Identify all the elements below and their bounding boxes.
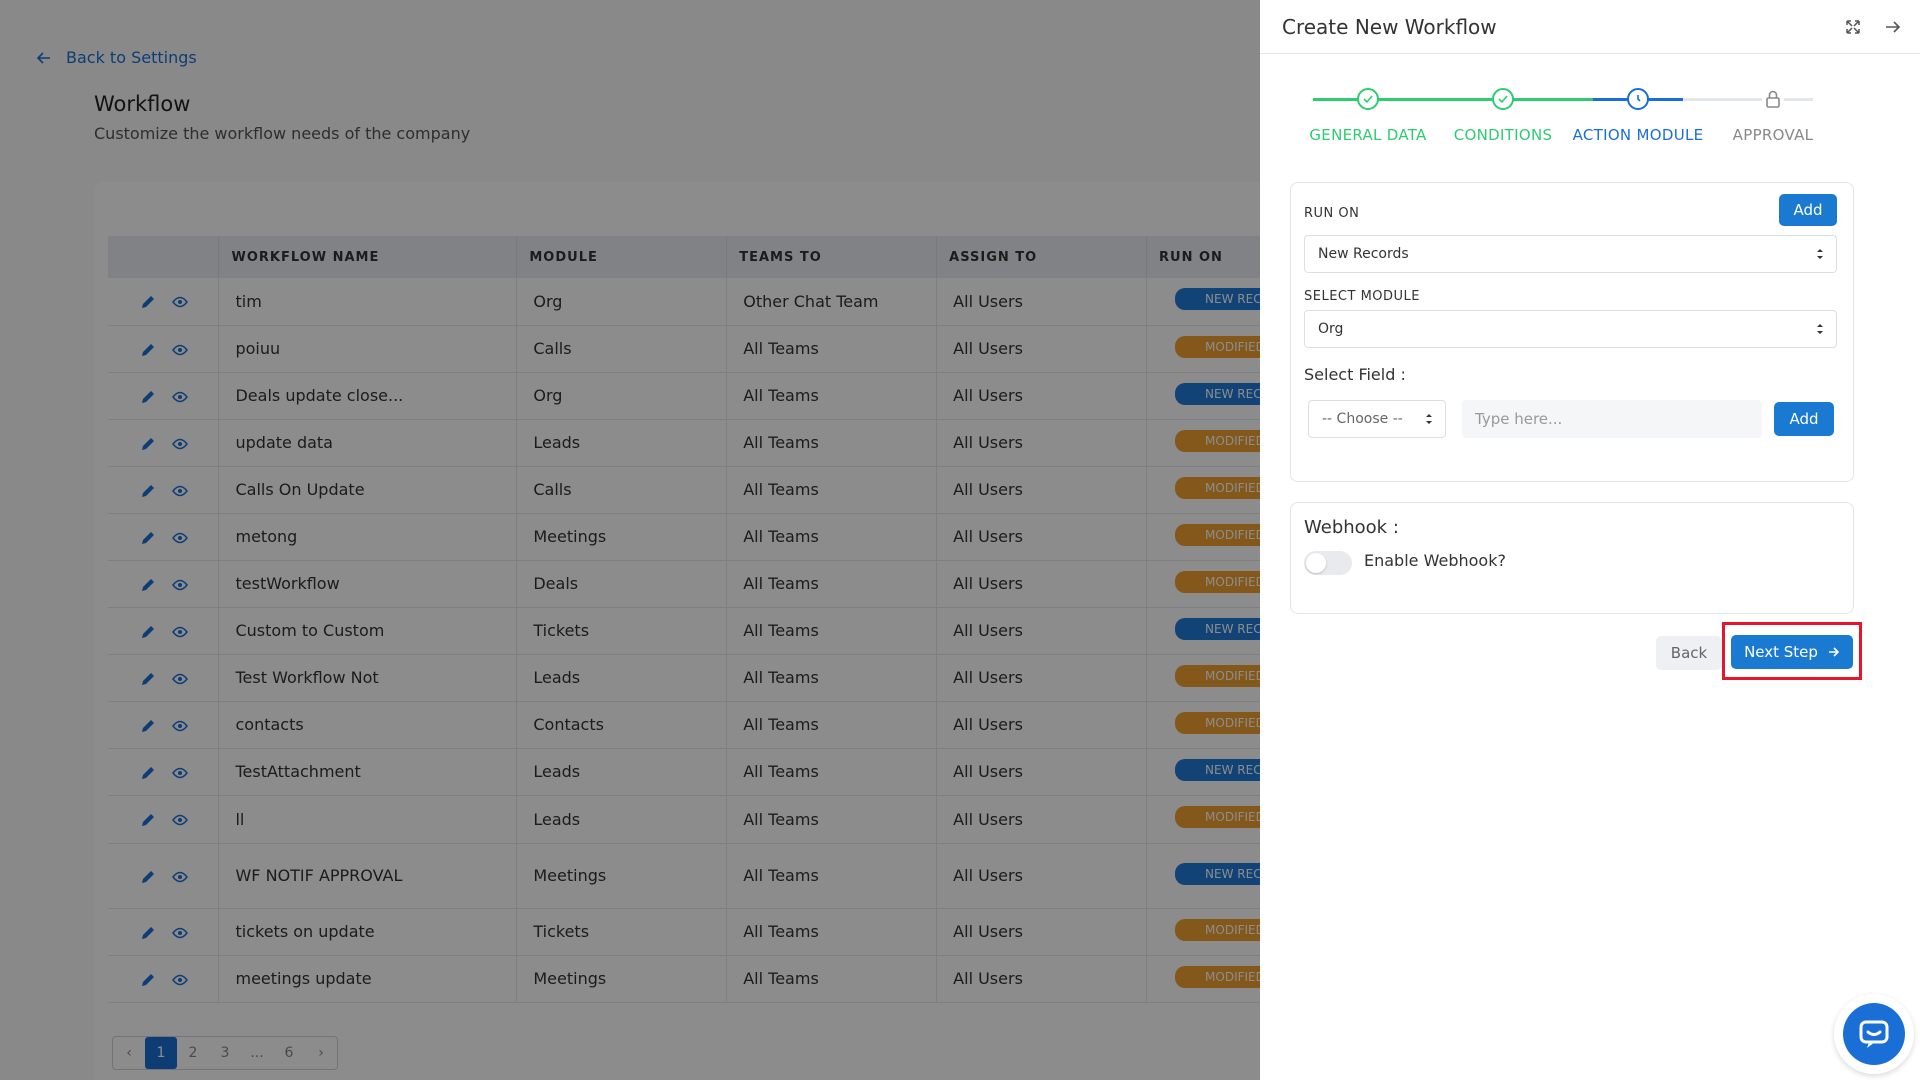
arrow-right-close-icon[interactable] (1884, 18, 1902, 36)
select-field-choose-value: -- Choose -- (1322, 411, 1403, 427)
run-on-value: New Records (1318, 246, 1409, 262)
webhook-card: Webhook : Enable Webhook? (1290, 502, 1854, 614)
step-label: CONDITIONS (1453, 126, 1553, 144)
workflow-stepper: GENERAL DATA CONDITIONS ACTION MODULE AP… (1260, 82, 1920, 152)
select-field-label: Select Field : (1304, 365, 1406, 384)
select-field-choose[interactable]: -- Choose -- (1308, 400, 1446, 438)
select-field-input[interactable] (1462, 400, 1762, 438)
step-general-data[interactable]: GENERAL DATA (1298, 82, 1438, 144)
arrow-right-icon (1828, 647, 1840, 657)
select-module-select[interactable]: Org (1304, 310, 1837, 348)
step-label: ACTION MODULE (1572, 126, 1704, 144)
run-on-add-button[interactable]: Add (1779, 194, 1837, 226)
webhook-title: Webhook : (1304, 517, 1399, 538)
clock-icon (1637, 95, 1641, 102)
panel-header: Create New Workflow (1260, 0, 1920, 54)
step-label: APPROVAL (1732, 126, 1814, 144)
select-arrows-icon (1817, 324, 1823, 334)
back-button[interactable]: Back (1656, 636, 1722, 670)
select-field-add-button[interactable]: Add (1774, 402, 1834, 436)
lock-icon (1766, 90, 1780, 108)
check-icon (1498, 95, 1508, 104)
panel-title: Create New Workflow (1282, 14, 1497, 39)
step-label: GENERAL DATA (1309, 126, 1427, 144)
next-step-label: Next Step (1744, 643, 1818, 661)
next-step-highlight: Next Step (1722, 622, 1862, 680)
select-arrows-icon (1426, 414, 1432, 424)
check-icon (1363, 95, 1373, 104)
chat-icon (1859, 1020, 1889, 1048)
select-arrows-icon (1817, 249, 1823, 259)
chat-support-button[interactable] (1834, 994, 1914, 1074)
create-workflow-panel: Create New Workflow GENERAL DATA CONDITI… (1260, 0, 1920, 1080)
run-on-select[interactable]: New Records (1304, 235, 1837, 273)
step-conditions[interactable]: CONDITIONS (1433, 82, 1573, 144)
enable-webhook-toggle[interactable] (1304, 551, 1352, 575)
enable-webhook-label: Enable Webhook? (1364, 551, 1506, 570)
select-module-label: SELECT MODULE (1304, 289, 1421, 304)
step-action-module[interactable]: ACTION MODULE (1568, 82, 1708, 144)
run-on-label: RUN ON (1304, 206, 1360, 221)
action-module-card: RUN ON Add New Records SELECT MODULE Org… (1290, 182, 1854, 482)
select-module-value: Org (1318, 321, 1344, 337)
step-approval[interactable]: APPROVAL (1703, 82, 1843, 144)
expand-icon[interactable] (1844, 18, 1862, 36)
next-step-button[interactable]: Next Step (1731, 635, 1853, 669)
